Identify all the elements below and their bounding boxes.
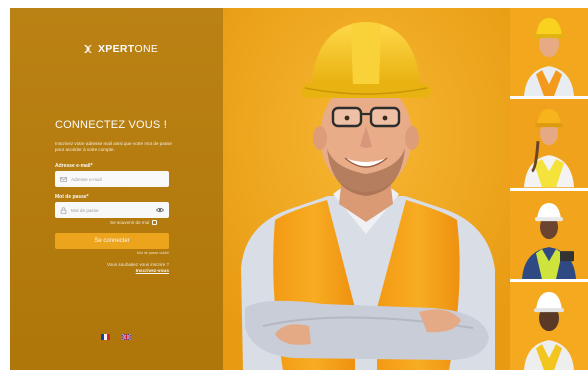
password-label: Mot de passe* bbox=[55, 194, 89, 200]
password-field[interactable] bbox=[55, 202, 169, 218]
logo-text-light: ONE bbox=[134, 43, 159, 55]
fr-flag-icon[interactable] bbox=[101, 334, 110, 340]
forgot-password-link[interactable]: Mot de passe oublié bbox=[55, 251, 169, 255]
worker-thumbnails bbox=[510, 8, 588, 370]
hero-worker-illustration bbox=[223, 8, 510, 370]
signup-question: Vous souhaitez vous inscrire ? bbox=[106, 262, 169, 267]
remember-label: Se souvenir de moi bbox=[110, 220, 150, 225]
login-button[interactable]: Se connecter bbox=[55, 233, 169, 249]
remember-checkbox[interactable] bbox=[152, 220, 158, 225]
mail-icon bbox=[60, 176, 67, 183]
login-panel: XPERTONE CONNECTEZ VOUS ! Inscrivez votr… bbox=[10, 8, 223, 370]
login-heading: CONNECTEZ VOUS ! bbox=[55, 119, 167, 131]
lock-icon bbox=[60, 206, 67, 214]
email-label: Adresse e-mail* bbox=[55, 163, 93, 169]
worker-thumbnail bbox=[510, 99, 588, 188]
language-switcher bbox=[101, 334, 131, 340]
page-frame: XPERTONE CONNECTEZ VOUS ! Inscrivez votr… bbox=[10, 8, 588, 370]
remember-me[interactable]: Se souvenir de moi bbox=[110, 220, 158, 225]
password-input[interactable] bbox=[71, 207, 156, 213]
brand-logo: XPERTONE bbox=[82, 43, 158, 55]
logo-text-bold: XPERT bbox=[98, 43, 135, 55]
email-input[interactable] bbox=[71, 176, 164, 182]
worker-thumbnail bbox=[510, 190, 588, 279]
logo-text: XPERTONE bbox=[98, 43, 158, 55]
email-field[interactable] bbox=[55, 171, 169, 187]
logo-mark-icon bbox=[84, 45, 92, 53]
hero-image bbox=[223, 8, 510, 370]
signup-link[interactable]: Inscrivez-vous bbox=[55, 269, 169, 274]
eye-icon[interactable] bbox=[156, 206, 164, 214]
login-description: Inscrivez votre adresse mail ainsi que v… bbox=[55, 141, 172, 153]
worker-thumbnail bbox=[510, 281, 588, 370]
uk-flag-icon[interactable] bbox=[122, 334, 131, 340]
worker-thumbnail bbox=[510, 8, 588, 97]
